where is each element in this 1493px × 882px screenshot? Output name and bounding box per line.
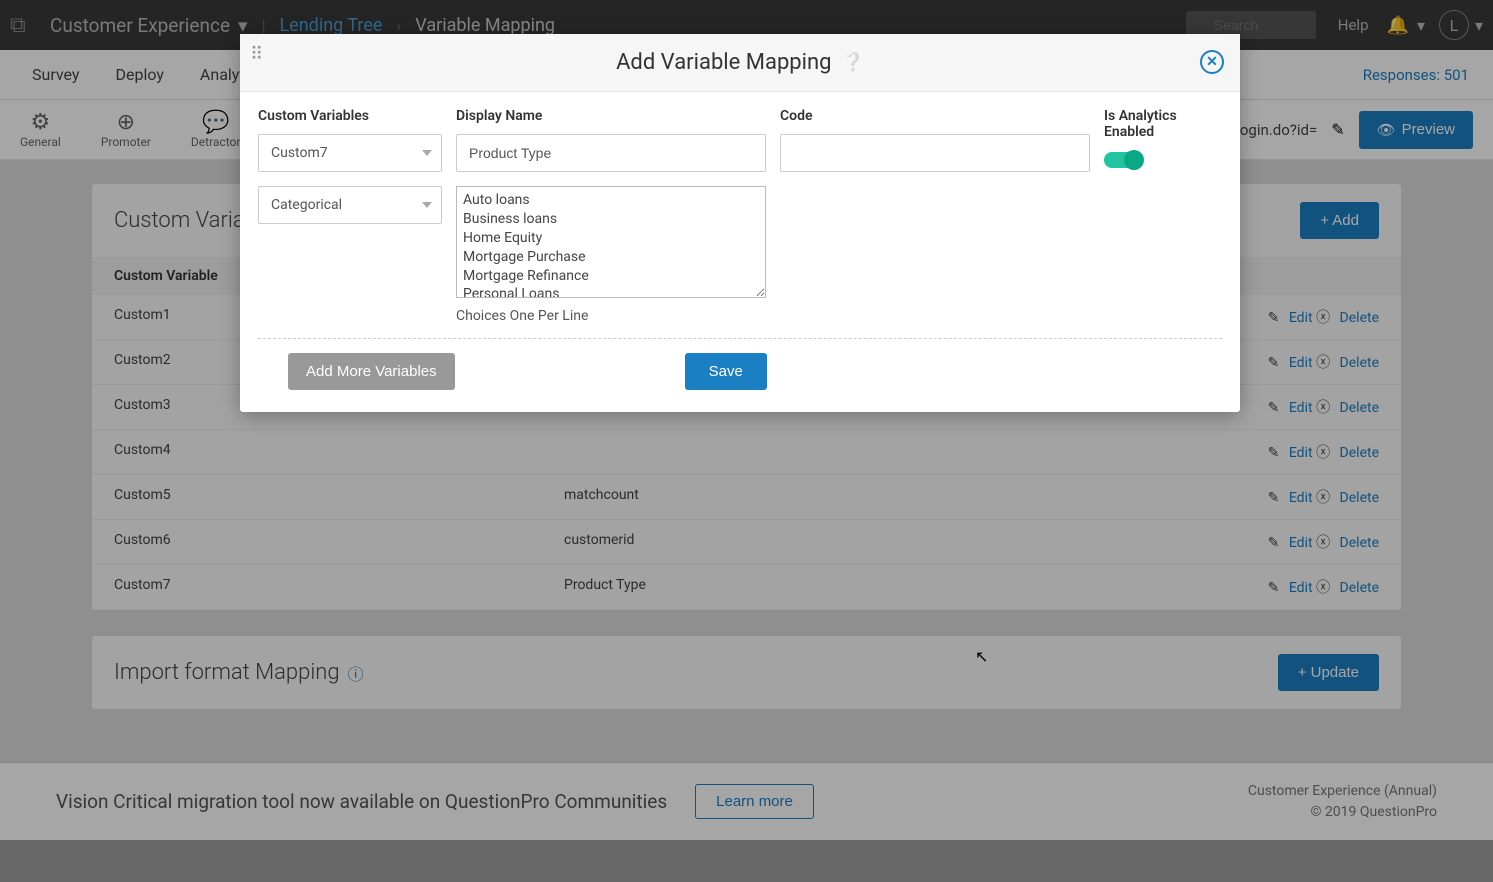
modal-title: Add Variable Mapping ❔ bbox=[616, 50, 864, 75]
save-button[interactable]: Save bbox=[685, 353, 767, 390]
custom-select[interactable]: Custom7 bbox=[258, 134, 442, 172]
label-code: Code bbox=[780, 108, 1090, 124]
add-more-button[interactable]: Add More Variables bbox=[288, 353, 455, 390]
display-name-input[interactable] bbox=[456, 134, 766, 172]
drag-handle-icon[interactable]: ⠿ bbox=[250, 44, 261, 65]
toggle-knob bbox=[1124, 150, 1144, 170]
modal-body: Custom Variables Custom7 Display Name Co… bbox=[240, 92, 1240, 412]
choices-hint: Choices One Per Line bbox=[456, 308, 766, 324]
label-custom: Custom Variables bbox=[258, 108, 442, 124]
help-icon[interactable]: ❔ bbox=[842, 52, 864, 73]
label-analytics: Is Analytics Enabled bbox=[1104, 108, 1222, 140]
choices-textarea[interactable] bbox=[456, 186, 766, 298]
add-variable-modal: ⠿ Add Variable Mapping ❔ ✕ Custom Variab… bbox=[240, 34, 1240, 412]
modal-header: ⠿ Add Variable Mapping ❔ ✕ bbox=[240, 34, 1240, 92]
type-select[interactable]: Categorical bbox=[258, 186, 442, 224]
analytics-toggle[interactable] bbox=[1104, 152, 1142, 168]
close-icon[interactable]: ✕ bbox=[1200, 50, 1224, 74]
label-display: Display Name bbox=[456, 108, 766, 124]
code-input[interactable] bbox=[780, 134, 1090, 172]
